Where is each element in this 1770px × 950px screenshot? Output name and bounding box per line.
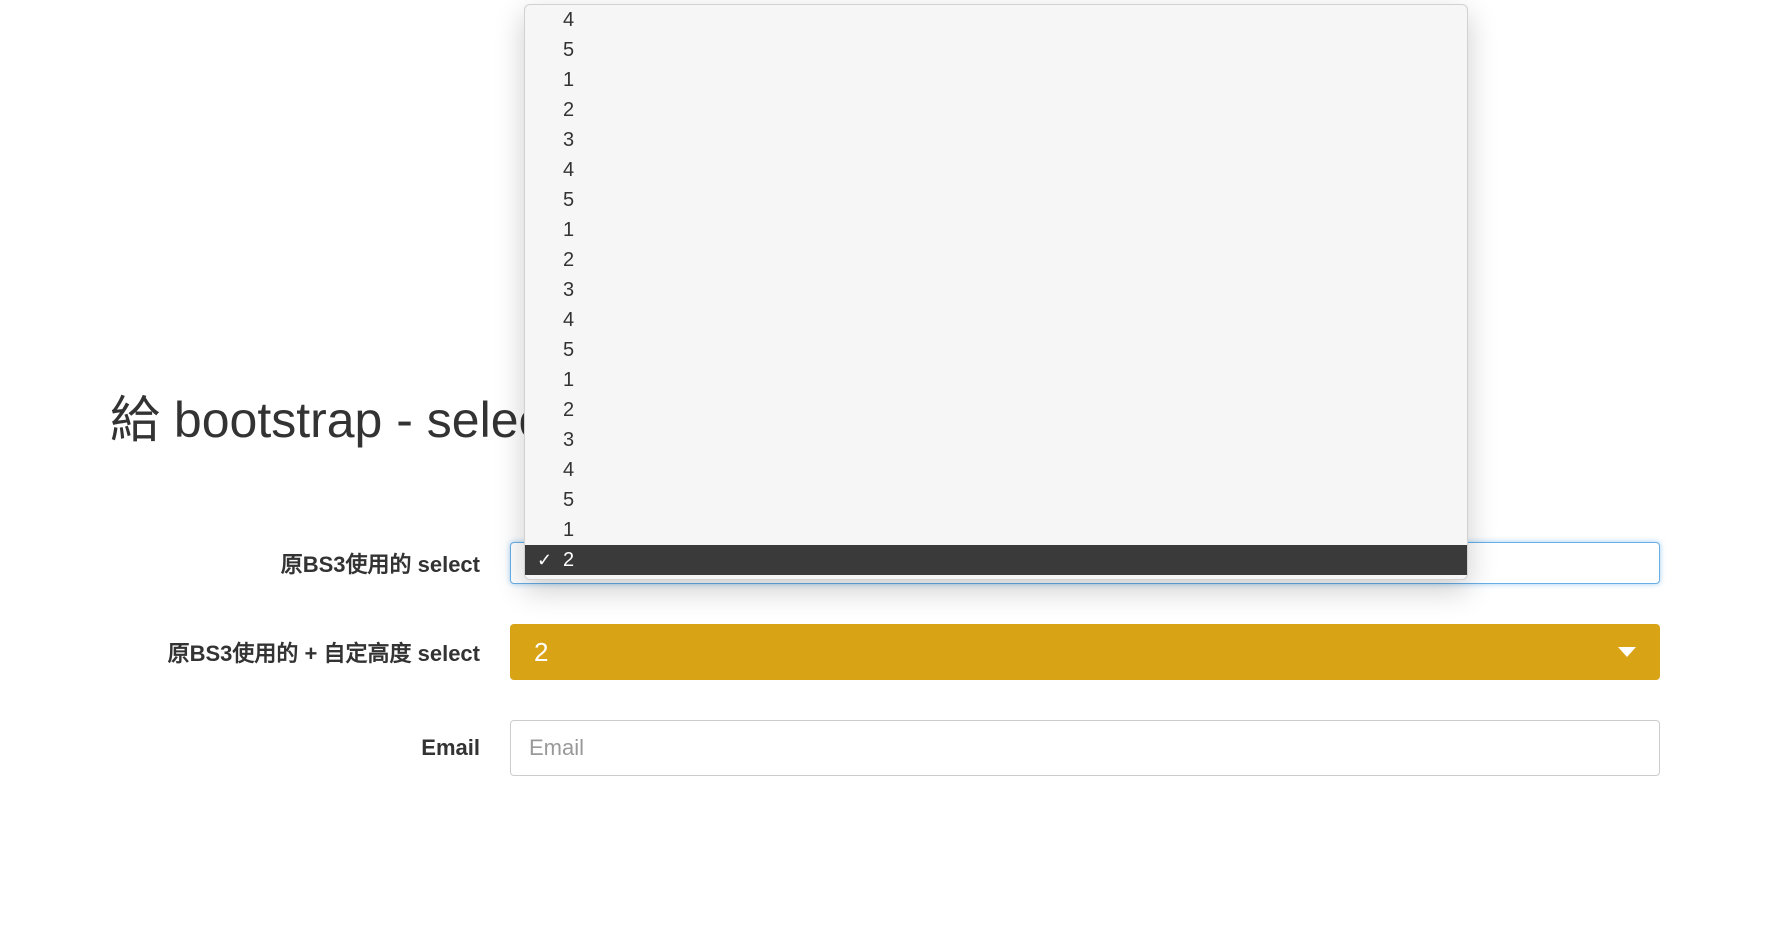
dropdown-option[interactable]: 4 — [525, 305, 1467, 335]
dropdown-option[interactable]: 1 — [525, 215, 1467, 245]
form-row-email: Email — [110, 720, 1660, 776]
dropdown-option[interactable]: 1 — [525, 365, 1467, 395]
dropdown-option[interactable]: 2 — [525, 95, 1467, 125]
email-field[interactable] — [510, 720, 1660, 776]
dropdown-option[interactable]: 4 — [525, 455, 1467, 485]
select-dropdown-popup: 34512345123451234512 — [524, 4, 1468, 580]
dropdown-option[interactable]: 3 — [525, 125, 1467, 155]
dropdown-option[interactable]: 2 — [525, 395, 1467, 425]
dropdown-option[interactable]: 2 — [525, 545, 1467, 575]
dropdown-option[interactable]: 5 — [525, 485, 1467, 515]
dropdown-option[interactable]: 2 — [525, 245, 1467, 275]
select-dropdown-list[interactable]: 34512345123451234512 — [525, 9, 1467, 575]
dropdown-option[interactable]: 1 — [525, 65, 1467, 95]
dropdown-option[interactable]: 4 — [525, 9, 1467, 35]
label-native-select: 原BS3使用的 select — [110, 547, 510, 579]
custom-height-select[interactable]: 2 — [510, 624, 1660, 680]
dropdown-option[interactable]: 3 — [525, 425, 1467, 455]
dropdown-option[interactable]: 4 — [525, 155, 1467, 185]
label-email: Email — [110, 735, 510, 761]
dropdown-option[interactable]: 5 — [525, 35, 1467, 65]
dropdown-option[interactable]: 5 — [525, 335, 1467, 365]
dropdown-option[interactable]: 5 — [525, 185, 1467, 215]
dropdown-option[interactable]: 1 — [525, 515, 1467, 545]
custom-select-value: 2 — [534, 637, 548, 668]
dropdown-option[interactable]: 3 — [525, 275, 1467, 305]
caret-down-icon — [1618, 647, 1636, 657]
form-row-custom-select: 原BS3使用的 + 自定高度 select 2 — [110, 624, 1660, 680]
label-custom-select: 原BS3使用的 + 自定高度 select — [110, 636, 510, 668]
